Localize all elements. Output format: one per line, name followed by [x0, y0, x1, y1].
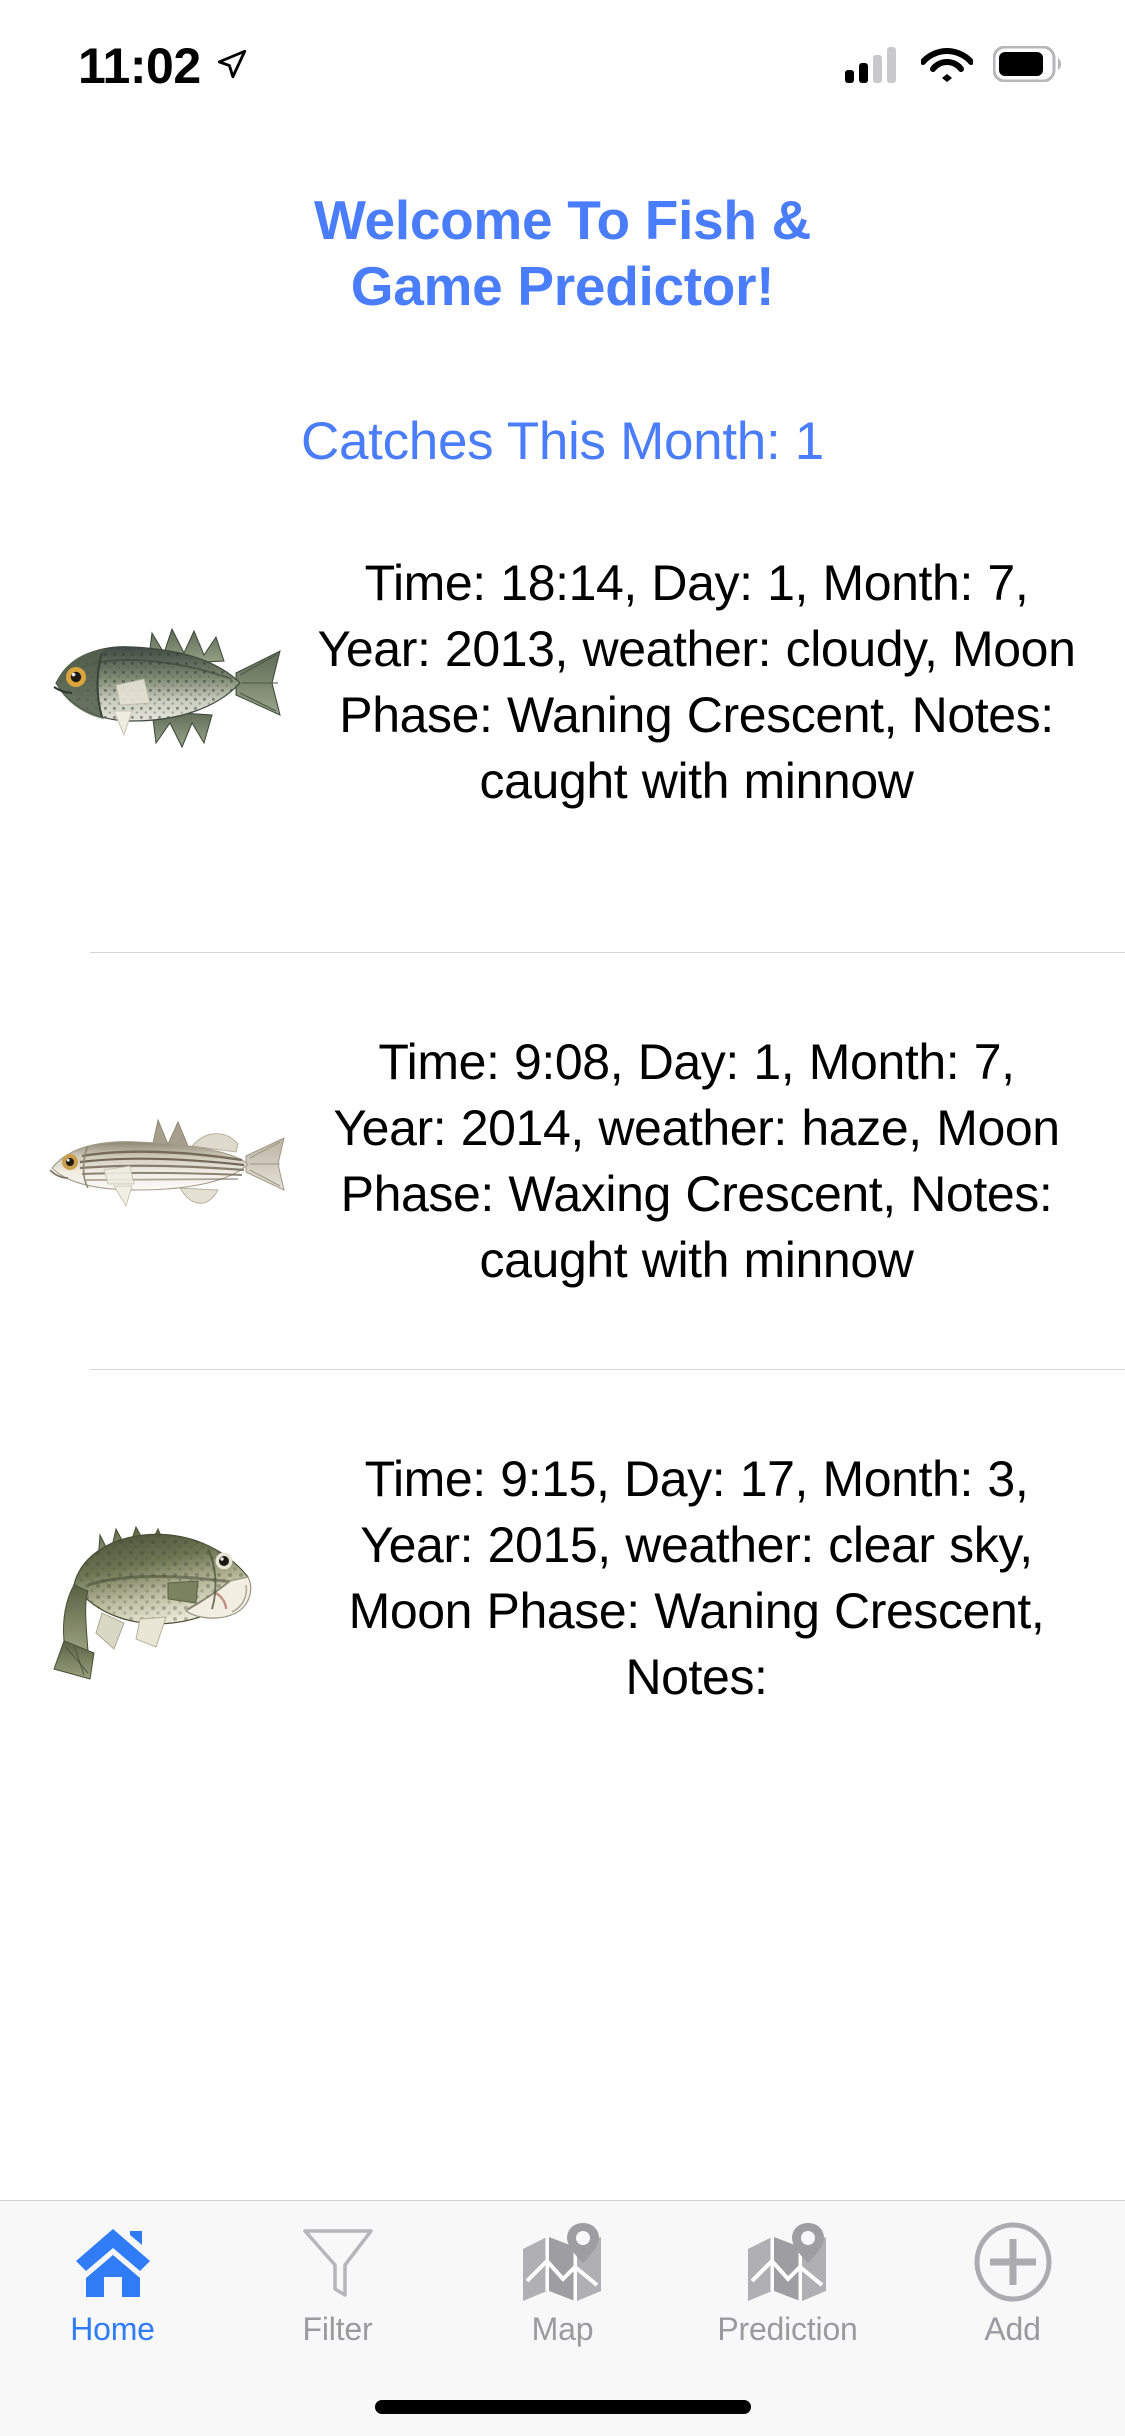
tab-add[interactable]: Add	[900, 2217, 1125, 2373]
status-bar: 11:02	[0, 0, 1125, 132]
plus-circle-icon	[970, 2217, 1056, 2307]
battery-icon	[992, 45, 1063, 87]
tab-home[interactable]: Home	[0, 2217, 225, 2373]
tab-map[interactable]: Map	[450, 2217, 675, 2373]
map-pin-icon	[742, 2217, 834, 2307]
page-title-line-1: Welcome To Fish &	[313, 189, 812, 251]
map-pin-icon	[517, 2217, 609, 2307]
tab-label-prediction: Prediction	[717, 2311, 858, 2347]
page-title-line-2: Game Predictor!	[350, 255, 775, 317]
location-arrow-icon	[215, 47, 249, 86]
tab-filter[interactable]: Filter	[225, 2217, 450, 2373]
list-item[interactable]: Time: 9:15, Day: 17, Month: 3, Year: 201…	[0, 1428, 1125, 1728]
tab-label-add: Add	[984, 2311, 1041, 2347]
page-title: Welcome To Fish & Game Predictor!	[0, 132, 1125, 319]
scroll-content[interactable]: Welcome To Fish & Game Predictor! Catche…	[0, 132, 1125, 2200]
home-icon	[70, 2217, 156, 2307]
catches-count-label: Catches This Month: 1	[301, 412, 824, 471]
status-bar-right	[845, 45, 1063, 88]
tab-label-map: Map	[531, 2311, 594, 2347]
catch-list: Time: 18:14, Day: 1, Month: 7, Year: 201…	[0, 532, 1125, 1728]
catch-details: Time: 9:08, Day: 1, Month: 7, Year: 2014…	[333, 1034, 1060, 1288]
app-screen: 11:02 Welcome To Fish & Game Predictor! …	[0, 0, 1125, 2436]
fish-thumbnail-black-crappie	[40, 607, 290, 757]
fish-thumbnail-striped-bass	[40, 1086, 290, 1236]
tab-prediction[interactable]: Prediction	[675, 2217, 900, 2373]
fish-thumbnail-largemouth-bass	[40, 1473, 290, 1683]
home-indicator[interactable]	[374, 2400, 751, 2414]
tab-bar: Home Filter Map Prediction Add	[0, 2200, 1125, 2436]
wifi-icon	[920, 45, 974, 88]
tab-label-filter: Filter	[302, 2311, 373, 2347]
catch-details: Time: 9:15, Day: 17, Month: 3, Year: 201…	[348, 1451, 1045, 1705]
tab-label-home: Home	[70, 2311, 155, 2347]
list-item[interactable]: Time: 18:14, Day: 1, Month: 7, Year: 201…	[0, 532, 1125, 832]
status-bar-left: 11:02	[78, 41, 249, 91]
cellular-signal-icon	[845, 45, 901, 88]
funnel-icon	[295, 2217, 381, 2307]
list-item[interactable]: Time: 9:08, Day: 1, Month: 7, Year: 2014…	[0, 1011, 1125, 1311]
status-bar-time: 11:02	[78, 38, 201, 94]
catch-details: Time: 18:14, Day: 1, Month: 7, Year: 201…	[317, 555, 1076, 809]
